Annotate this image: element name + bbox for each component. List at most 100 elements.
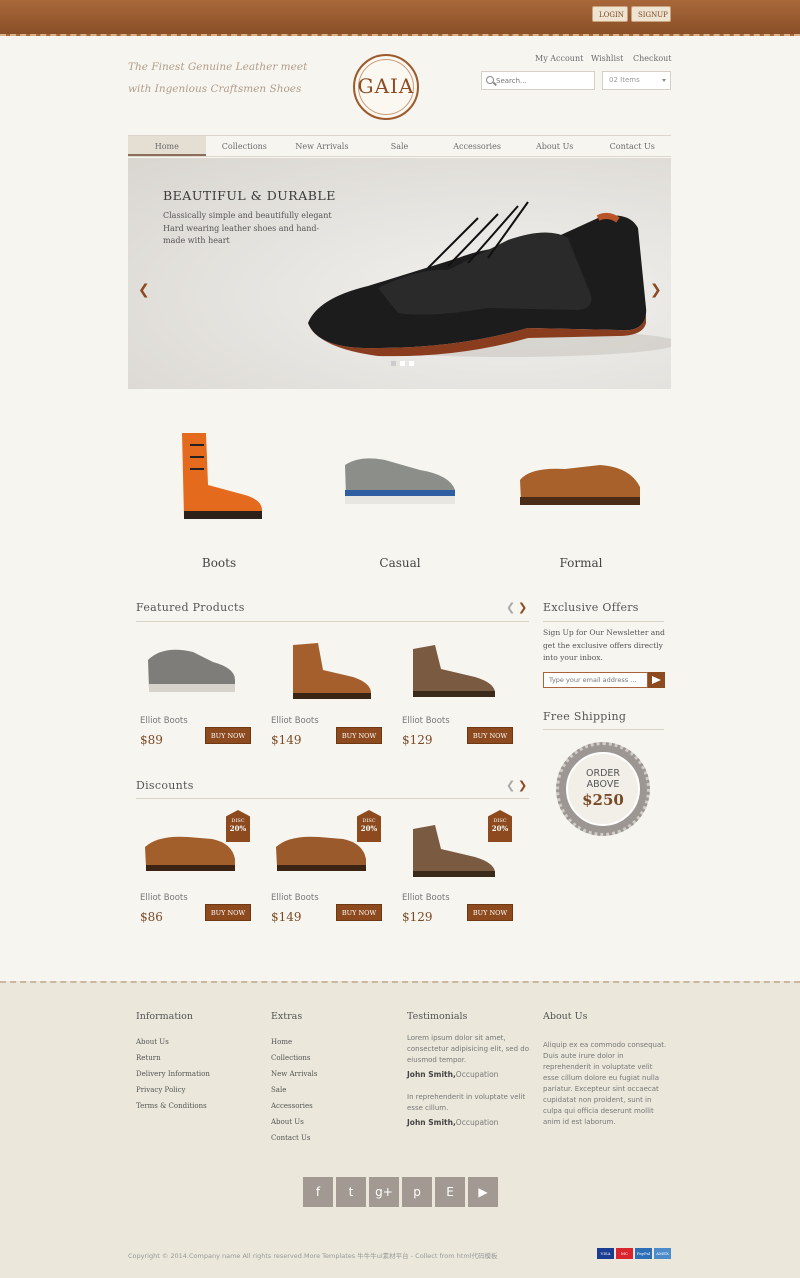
hero-next-arrow[interactable]: ❯ — [650, 282, 662, 298]
divider — [543, 729, 664, 730]
product-name[interactable]: Elliot Boots — [402, 893, 450, 903]
seal-inner: ORDER ABOVE $250 — [566, 752, 640, 826]
category-boots[interactable]: Boots — [169, 556, 269, 570]
footer — [0, 981, 800, 1278]
product-image[interactable] — [140, 825, 240, 885]
footer-link[interactable]: About Us — [271, 1114, 317, 1130]
divider — [543, 621, 664, 622]
discounts-title: Discounts — [136, 779, 194, 792]
product-price: $89 — [140, 733, 163, 747]
product-name[interactable]: Elliot Boots — [140, 716, 188, 726]
footer-information-links: About Us Return Delivery Information Pri… — [136, 1034, 210, 1114]
footer-link[interactable]: Sale — [271, 1082, 317, 1098]
footer-link[interactable]: Terms & Conditions — [136, 1098, 210, 1114]
product-image[interactable] — [405, 635, 505, 705]
discounts-next-arrow[interactable]: ❯ — [518, 779, 527, 792]
divider — [136, 621, 529, 622]
footer-link[interactable]: Accessories — [271, 1098, 317, 1114]
discount-tag: DISC 20% — [357, 810, 381, 842]
social-links: f t g+ p E ▶ — [303, 1177, 498, 1207]
newsletter-email-input[interactable] — [543, 672, 648, 688]
slider-dot[interactable] — [409, 361, 414, 366]
buy-now-button[interactable]: BUY NOW — [336, 904, 382, 921]
my-account-link[interactable]: My Account — [535, 54, 583, 63]
hero-slider: BEAUTIFUL & DURABLE Classically simple a… — [128, 158, 671, 389]
formal-category-image[interactable] — [515, 455, 645, 515]
footer-link[interactable]: Home — [271, 1034, 317, 1050]
slider-dot[interactable] — [400, 361, 405, 366]
category-formal[interactable]: Formal — [531, 556, 631, 570]
testimonial-occupation: Occupation — [455, 1118, 499, 1127]
search-icon — [486, 76, 494, 84]
login-button[interactable]: LOGIN — [592, 6, 628, 22]
signup-button[interactable]: SIGNUP — [631, 6, 671, 22]
nav-collections[interactable]: Collections — [206, 136, 284, 156]
pinterest-icon[interactable]: p — [402, 1177, 432, 1207]
checkout-link[interactable]: Checkout — [633, 54, 672, 63]
buy-now-button[interactable]: BUY NOW — [467, 727, 513, 744]
buy-now-button[interactable]: BUY NOW — [336, 727, 382, 744]
facebook-icon[interactable]: f — [303, 1177, 333, 1207]
buy-now-button[interactable]: BUY NOW — [467, 904, 513, 921]
footer-link[interactable]: Return — [136, 1050, 210, 1066]
nav-sale[interactable]: Sale — [361, 136, 439, 156]
send-icon[interactable] — [648, 672, 665, 688]
nav-new-arrivals[interactable]: New Arrivals — [283, 136, 361, 156]
featured-next-arrow[interactable]: ❯ — [518, 601, 527, 614]
youtube-icon[interactable]: ▶ — [468, 1177, 498, 1207]
product-price: $149 — [271, 910, 302, 924]
free-shipping-title: Free Shipping — [543, 710, 627, 723]
product-image[interactable] — [271, 825, 371, 885]
boots-category-image[interactable] — [170, 425, 270, 525]
category-casual[interactable]: Casual — [350, 556, 450, 570]
casual-category-image[interactable] — [340, 450, 460, 510]
etsy-icon[interactable]: E — [435, 1177, 465, 1207]
testimonial-occupation: Occupation — [455, 1070, 499, 1079]
footer-extras-title: Extras — [271, 1011, 303, 1022]
footer-link[interactable]: New Arrivals — [271, 1066, 317, 1082]
top-bar: LOGIN SIGNUP — [0, 0, 800, 36]
footer-link[interactable]: Delivery Information — [136, 1066, 210, 1082]
nav-accessories[interactable]: Accessories — [438, 136, 516, 156]
footer-link[interactable]: Privacy Policy — [136, 1082, 210, 1098]
mastercard-icon: MC — [616, 1248, 633, 1259]
footer-link[interactable]: About Us — [136, 1034, 210, 1050]
footer-link[interactable]: Contact Us — [271, 1130, 317, 1146]
product-name[interactable]: Elliot Boots — [140, 893, 188, 903]
google-plus-icon[interactable]: g+ — [369, 1177, 399, 1207]
footer-information-title: Information — [136, 1011, 194, 1022]
nav-about-us[interactable]: About Us — [516, 136, 594, 156]
discount-tag-value: 20% — [491, 824, 509, 833]
slider-dot[interactable] — [391, 361, 396, 366]
product-name[interactable]: Elliot Boots — [271, 716, 319, 726]
logo[interactable]: GAIA — [353, 54, 419, 120]
buy-now-button[interactable]: BUY NOW — [205, 727, 251, 744]
newsletter-text: Sign Up for Our Newsletter and get the e… — [543, 628, 665, 662]
featured-products-title: Featured Products — [136, 601, 245, 614]
copyright-text: Copyright © 2014.Company name All rights… — [128, 1252, 498, 1260]
paypal-icon: PayPal — [635, 1248, 652, 1259]
wishlist-link[interactable]: Wishlist — [591, 54, 623, 63]
product-name[interactable]: Elliot Boots — [271, 893, 319, 903]
discounts-prev-arrow[interactable]: ❮ — [506, 779, 515, 792]
cart-select[interactable]: 02 Items — [602, 71, 671, 90]
nav-contact-us[interactable]: Contact Us — [593, 136, 671, 156]
buy-now-button[interactable]: BUY NOW — [205, 904, 251, 921]
seal-line-1: ORDER — [586, 768, 620, 779]
hero-prev-arrow[interactable]: ❮ — [138, 282, 150, 298]
footer-about-text: Aliquip ex ea commodo consequat. Duis au… — [543, 1041, 667, 1126]
twitter-icon[interactable]: t — [336, 1177, 366, 1207]
divider — [136, 798, 529, 799]
payment-cards: VISA MC PayPal AMEX — [597, 1248, 671, 1259]
tagline: The Finest Genuine Leather meet with Ing… — [128, 61, 308, 95]
product-image[interactable] — [143, 640, 243, 700]
nav-home[interactable]: Home — [128, 136, 206, 156]
product-image[interactable] — [283, 635, 383, 705]
free-shipping-seal: ORDER ABOVE $250 — [556, 742, 650, 836]
testimonial-author-name: John Smith, — [407, 1118, 456, 1127]
search-box — [481, 71, 595, 90]
search-input[interactable] — [496, 74, 592, 88]
footer-link[interactable]: Collections — [271, 1050, 317, 1066]
featured-prev-arrow[interactable]: ❮ — [506, 601, 515, 614]
product-name[interactable]: Elliot Boots — [402, 716, 450, 726]
